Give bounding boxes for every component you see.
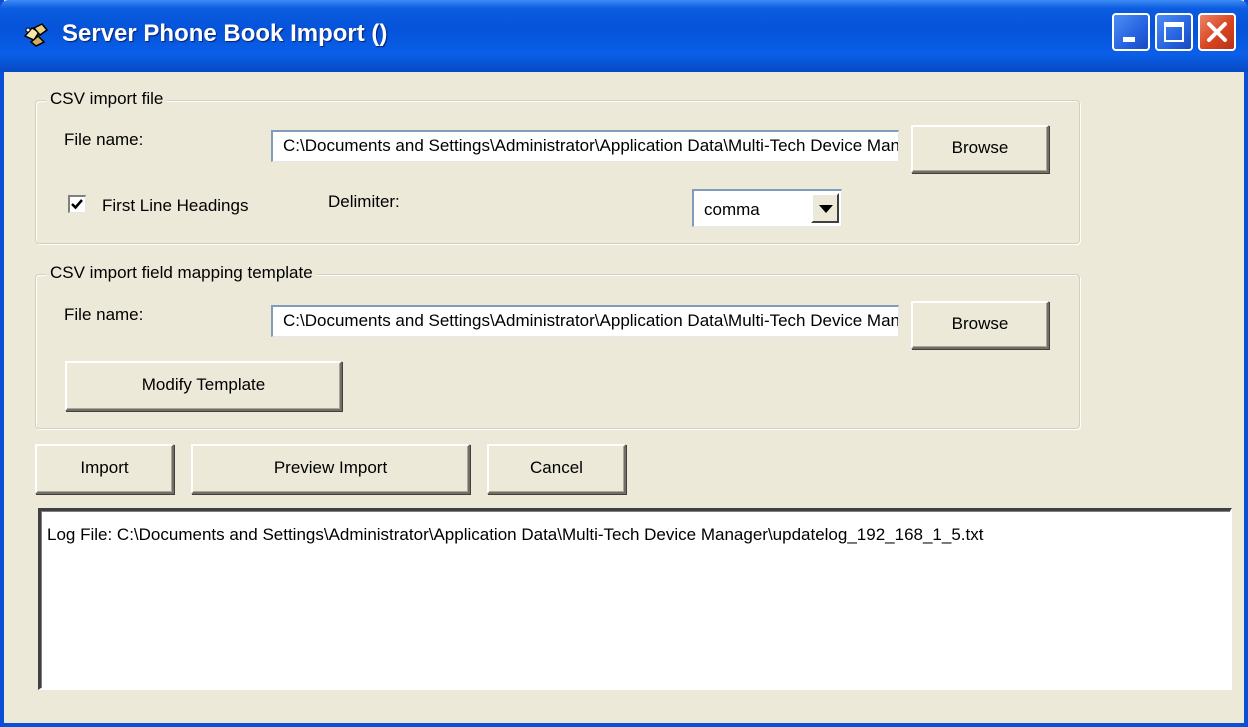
- minimize-button[interactable]: [1112, 13, 1150, 51]
- import-button[interactable]: Import: [35, 444, 174, 494]
- chevron-down-icon: [819, 205, 833, 213]
- delimiter-label: Delimiter:: [328, 192, 400, 211]
- log-output-area[interactable]: Log File: C:\Documents and Settings\Admi…: [38, 508, 1232, 690]
- import-dialog-window: Server Phone Book Import () CSV import f…: [0, 0, 1248, 727]
- modify-template-button[interactable]: Modify Template: [65, 361, 342, 411]
- delimiter-dropdown-button[interactable]: [811, 193, 839, 223]
- preview-import-button[interactable]: Preview Import: [191, 444, 470, 494]
- close-icon: [1207, 22, 1227, 42]
- minimize-icon: [1123, 37, 1135, 42]
- mapping-template-legend: CSV import field mapping template: [46, 263, 317, 283]
- csv-file-name-label: File name:: [64, 130, 144, 149]
- cancel-button[interactable]: Cancel: [487, 444, 626, 494]
- mapping-browse-button[interactable]: Browse: [911, 301, 1049, 349]
- checkmark-icon: [71, 199, 83, 210]
- csv-browse-button[interactable]: Browse: [911, 125, 1049, 173]
- maximize-button[interactable]: [1155, 13, 1193, 51]
- log-file-text: Log File: C:\Documents and Settings\Admi…: [47, 525, 984, 544]
- close-button[interactable]: [1198, 13, 1236, 51]
- mapping-file-name-label: File name:: [64, 305, 144, 324]
- delimiter-select[interactable]: comma: [692, 189, 842, 227]
- mapping-file-name-input[interactable]: C:\Documents and Settings\Administrator\…: [271, 305, 899, 337]
- csv-import-file-legend: CSV import file: [46, 89, 168, 109]
- delimiter-value: comma: [704, 200, 760, 219]
- window-title: Server Phone Book Import (): [62, 20, 388, 47]
- title-bar[interactable]: Server Phone Book Import (): [0, 0, 1248, 72]
- phone-book-app-icon: [23, 23, 49, 47]
- csv-file-name-input[interactable]: C:\Documents and Settings\Administrator\…: [271, 130, 899, 162]
- maximize-icon: [1164, 22, 1184, 42]
- first-line-headings-checkbox[interactable]: [68, 195, 86, 213]
- first-line-headings-label[interactable]: First Line Headings: [102, 196, 248, 216]
